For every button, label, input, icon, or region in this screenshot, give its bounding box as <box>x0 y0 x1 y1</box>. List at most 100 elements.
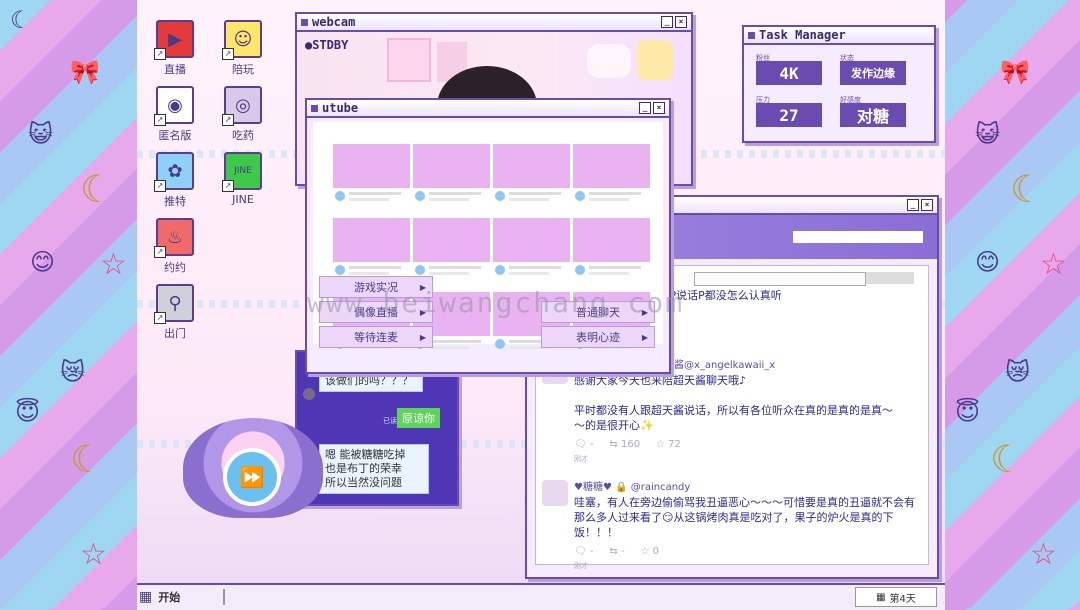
tweet-post-button[interactable] <box>866 272 914 284</box>
like-count: 72 <box>668 439 681 450</box>
desktop-icon[interactable]: ☺ ↗ 陪玩 <box>213 20 273 77</box>
day-label: 第4天 <box>889 593 916 605</box>
subtitle-line <box>429 272 469 275</box>
webcam-titlebar[interactable]: webcam _ × <box>297 14 691 32</box>
menu-item[interactable]: 表明心迹 ▶ <box>541 326 655 348</box>
app-icon: ⚲ ↗ <box>154 284 194 324</box>
desktop-icon[interactable]: ▶ ↗ 直播 <box>145 20 205 77</box>
desktop-icon[interactable]: ◎ ↗ 吃药 <box>213 86 273 143</box>
avatar <box>303 388 315 400</box>
desktop-icon-label: 出门 <box>164 327 186 340</box>
calendar-icon: ▦ <box>876 591 886 603</box>
like-icon[interactable]: ☆ <box>641 546 650 557</box>
cat-decor: 😿 <box>60 358 86 386</box>
subtitle-line <box>589 198 629 201</box>
retweet-icon[interactable]: ⇆ <box>609 439 617 450</box>
thumbnail-image <box>413 144 490 188</box>
channel-avatar <box>335 191 345 201</box>
stat-value: 发作边缘 <box>840 61 906 85</box>
app-icon: JINE ↗ <box>222 152 262 192</box>
shortcut-icon: ↗ <box>154 246 166 258</box>
reply-count: - <box>589 546 594 557</box>
cat-decor: 😺 <box>975 120 1001 148</box>
poster-decor <box>387 38 431 82</box>
video-thumbnail[interactable] <box>413 218 490 284</box>
tweet-time: 刚才 <box>574 455 588 463</box>
video-thumbnail[interactable] <box>333 144 410 210</box>
cat-decor: 😺 <box>28 120 54 148</box>
close-button[interactable]: × <box>675 16 687 28</box>
window-icon <box>311 104 318 112</box>
avatar <box>542 480 568 506</box>
reply-icon[interactable]: 🗨 <box>574 439 587 450</box>
desktop-icon[interactable]: ◉ ↗ 匿名版 <box>145 86 205 143</box>
utube-window[interactable]: utube _ × 游戏实况 ▶ 偶像直播 ▶ 等待连麦 ▶ 普通聊天 ▶ 表明心迹 ▶ <box>305 98 671 374</box>
tweet-text: 感谢大家今天也来陪超天酱聊天哦♪ 平时都没有人跟超天酱说话，所以有各位听众在真的… <box>574 374 893 432</box>
tweet[interactable]: 超绝最可爱美少女天使酱@x_angelkawaii_x 感谢大家今天也来陪超天酱聊… <box>542 358 918 467</box>
video-thumbnail[interactable] <box>573 218 650 284</box>
thumbnail-image <box>333 218 410 262</box>
tweet-actions: 🗨 - ⇆ - ☆ 0 刚才 <box>574 544 918 574</box>
thumbnail-meta <box>573 188 650 210</box>
tweet-actions: 🗨 - ⇆ 160 ☆ 72 刚才 <box>574 437 918 467</box>
desktop-icon[interactable]: ⚲ ↗ 出门 <box>145 284 205 341</box>
channel-avatar <box>495 339 505 349</box>
video-thumbnail[interactable] <box>573 144 650 210</box>
subtitle-line <box>589 272 629 275</box>
desktop-icon[interactable]: ✿ ↗ 推特 <box>145 152 205 209</box>
thumbnail-image <box>333 144 410 188</box>
task-manager-titlebar[interactable]: Task Manager <box>744 27 934 45</box>
subtitle-line <box>429 346 469 349</box>
angel-decor: 😇 <box>955 398 981 426</box>
shortcut-icon: ↗ <box>222 114 234 126</box>
like-icon[interactable]: ☆ <box>656 439 665 450</box>
app-icon: ◎ ↗ <box>222 86 262 126</box>
video-thumbnail[interactable] <box>493 144 570 210</box>
star-decor: ☆ <box>1030 537 1057 572</box>
task-manager-window[interactable]: Task Manager 粉丝 4K 状态 发作边缘 压力 27 好感度 对糖 <box>742 25 936 143</box>
chevron-right-icon: ▶ <box>419 332 426 342</box>
shortcut-icon: ↗ <box>154 312 166 324</box>
webcam-status: ●STDBY <box>305 38 349 52</box>
tweet[interactable]: ♥糖糖♥ 🔒 @raincandy 哇塞，有人在旁边偷偷骂我丑逼恶心～～～可惜要是… <box>542 480 918 574</box>
desktop: ▶ ↗ 直播 ☺ ↗ 陪玩 ◉ ↗ 匿名版 ◎ ↗ 吃药 ✿ ↗ 推特 JINE ↗ JINE ♨ ↗ 约约 ⚲ ↗ 出门 w… <box>137 0 945 608</box>
video-thumbnail[interactable] <box>413 144 490 210</box>
moon-decor: ☾ <box>1010 167 1045 211</box>
star-decor: ☆ <box>1040 247 1067 282</box>
webcam-title: webcam <box>312 15 356 29</box>
taskbar-divider <box>223 589 225 605</box>
chevron-right-icon: ▶ <box>641 332 648 342</box>
moon-decor: ☾ <box>80 167 115 211</box>
title-line <box>589 266 641 269</box>
desktop-icon[interactable]: JINE ↗ JINE <box>213 152 273 206</box>
desktop-icon[interactable]: ♨ ↗ 约约 <box>145 218 205 275</box>
thumbnail-meta <box>493 262 570 284</box>
stat-value: 4K <box>756 61 822 85</box>
channel-avatar <box>415 265 425 275</box>
minimize-button[interactable]: _ <box>639 102 651 114</box>
moon-decor: ☾ <box>990 437 1025 481</box>
twitter-search-input[interactable] <box>793 231 923 243</box>
thumbnail-image <box>573 218 650 262</box>
subtitle-line <box>509 198 549 201</box>
close-button[interactable]: × <box>653 102 665 114</box>
menu-item[interactable]: 等待连麦 ▶ <box>319 326 433 348</box>
video-thumbnail[interactable] <box>493 218 570 284</box>
start-button[interactable]: ▦ 开始 <box>139 587 219 606</box>
minimize-button[interactable]: _ <box>907 199 919 211</box>
retweet-icon[interactable]: ⇆ <box>609 546 617 557</box>
tweet-compose-input[interactable] <box>694 272 866 286</box>
smiley-decor: 😊 <box>30 248 56 276</box>
menu-item-label: 表明心迹 <box>576 331 620 344</box>
video-thumbnail[interactable] <box>333 218 410 284</box>
minimize-button[interactable]: _ <box>661 16 673 28</box>
shortcut-icon: ↗ <box>154 180 166 192</box>
close-button[interactable]: × <box>921 199 933 211</box>
menu-item-label: 等待连麦 <box>354 331 398 344</box>
utube-titlebar[interactable]: utube _ × <box>307 100 669 118</box>
tweet-text: 哇塞，有人在旁边偷偷骂我丑逼恶心～～～可惜要是真的丑逼就不会有那么多人过来看了😏… <box>574 496 915 539</box>
stat-value: 27 <box>756 103 822 127</box>
fast-forward-button[interactable]: ⏩ <box>223 448 281 506</box>
shortcut-icon: ↗ <box>154 48 166 60</box>
reply-icon[interactable]: 🗨 <box>574 546 587 557</box>
